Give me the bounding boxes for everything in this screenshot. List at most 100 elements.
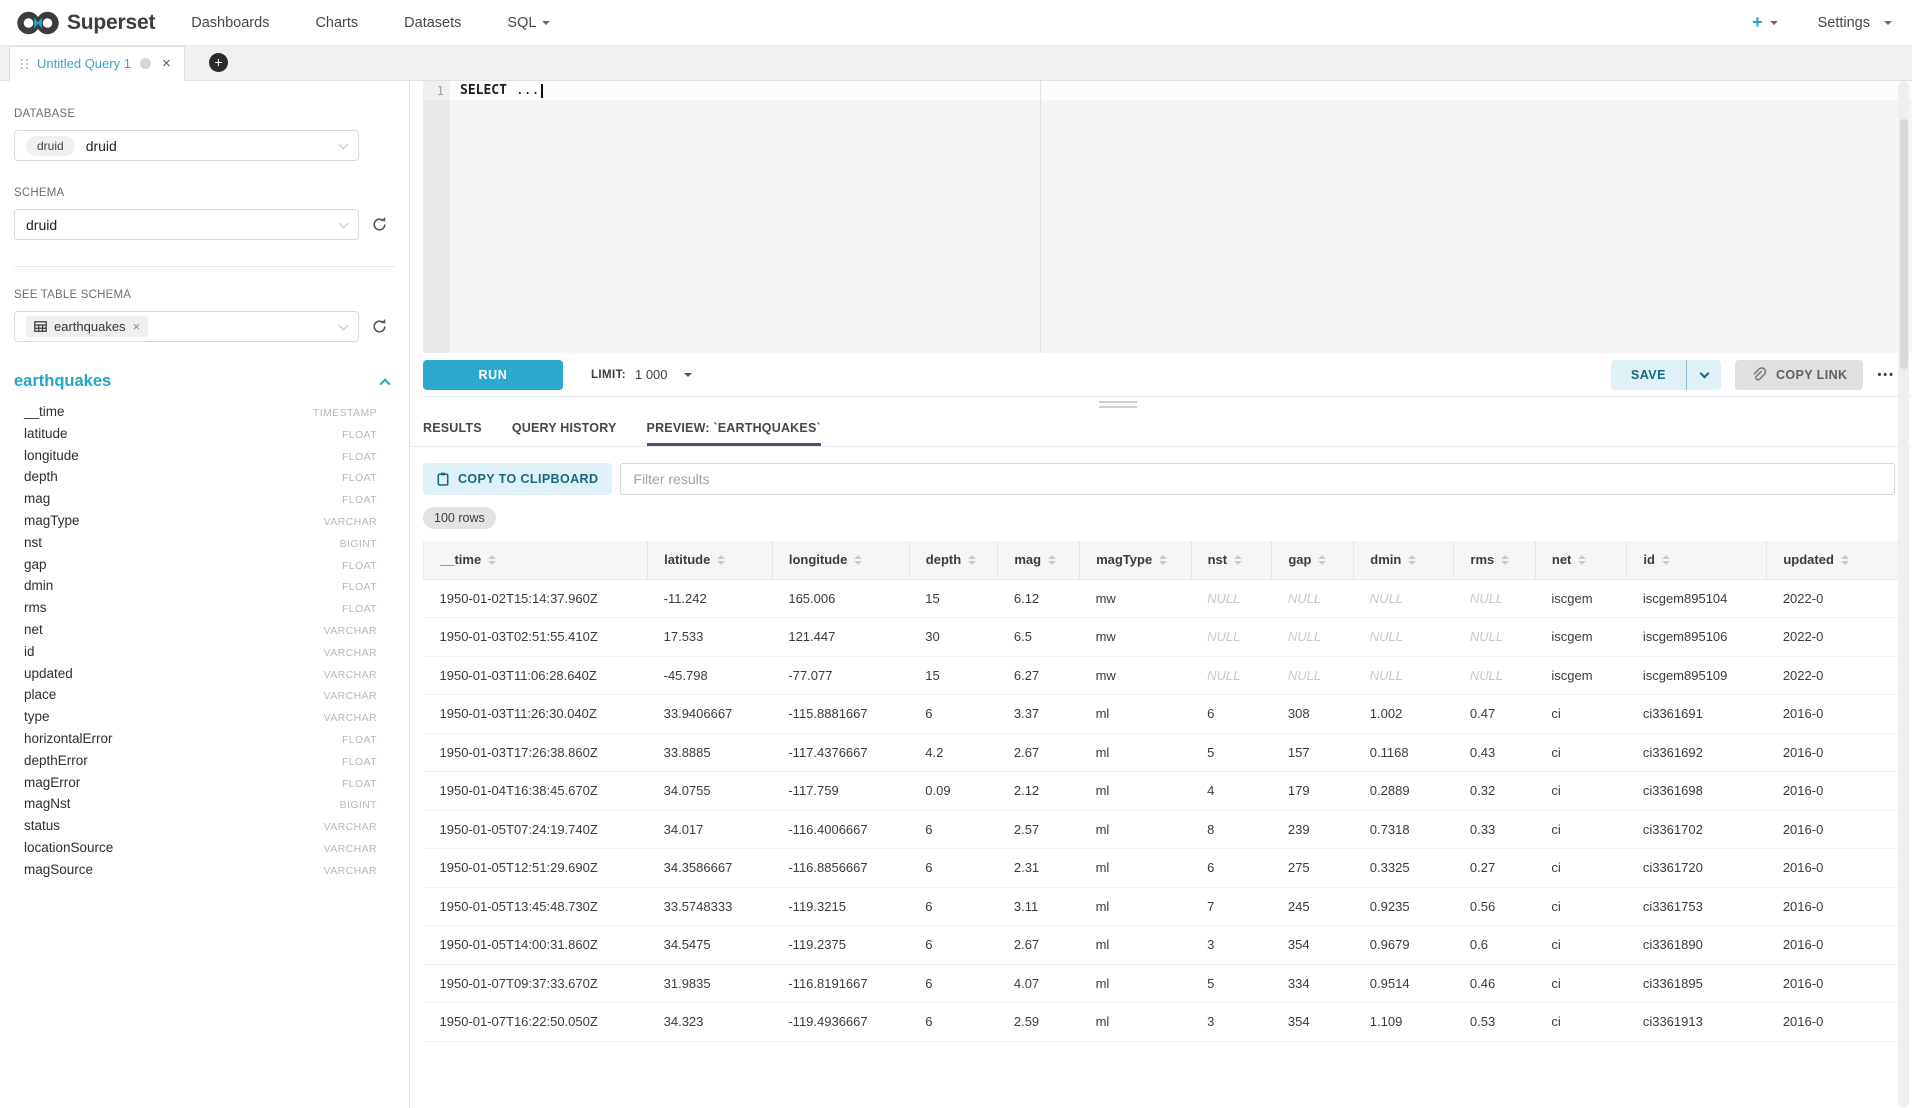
column-header-mag[interactable]: mag bbox=[998, 541, 1080, 579]
sidebar-divider bbox=[14, 266, 395, 267]
table-cell: NULL bbox=[1354, 579, 1454, 618]
column-name: __time bbox=[24, 404, 65, 419]
sort-icon[interactable] bbox=[1318, 555, 1326, 565]
sort-icon[interactable] bbox=[1501, 555, 1509, 565]
table-cell: NULL bbox=[1191, 618, 1272, 657]
table-cell: 6 bbox=[909, 1003, 998, 1042]
save-button[interactable]: SAVE bbox=[1611, 360, 1686, 390]
refresh-tables-button[interactable] bbox=[368, 316, 390, 338]
limit-dropdown[interactable]: LIMIT: 1 000 bbox=[591, 367, 692, 382]
tab-results[interactable]: RESULTS bbox=[423, 409, 482, 446]
table-cell: 0.9514 bbox=[1354, 964, 1454, 1003]
database-select[interactable]: druid druid bbox=[14, 130, 359, 161]
new-item-button[interactable]: + bbox=[1752, 12, 1763, 33]
run-query-button[interactable]: RUN bbox=[423, 360, 563, 390]
table-cell: 121.447 bbox=[772, 618, 909, 657]
table-cell: ml bbox=[1080, 810, 1192, 849]
column-name: magError bbox=[24, 775, 80, 790]
column-header-latitude[interactable]: latitude bbox=[648, 541, 773, 579]
settings-menu[interactable]: Settings bbox=[1818, 15, 1892, 31]
schema-column-row: dmin FLOAT bbox=[14, 578, 395, 600]
sort-icon[interactable] bbox=[1048, 555, 1056, 565]
nav-dashboards[interactable]: Dashboards bbox=[191, 15, 269, 31]
copy-to-clipboard-button[interactable]: COPY TO CLIPBOARD bbox=[423, 463, 612, 495]
refresh-schema-button[interactable] bbox=[368, 214, 390, 236]
column-header-magType[interactable]: magType bbox=[1080, 541, 1192, 579]
rowcount-wrap: 100 rows bbox=[423, 507, 1912, 529]
table-cell: 2016-0 bbox=[1767, 1003, 1901, 1042]
sqllab-content: 1 SELECT ... RUN LIMIT: 1 000 SAVE bbox=[410, 81, 1912, 1108]
sort-icon[interactable] bbox=[717, 555, 725, 565]
save-options-button[interactable] bbox=[1687, 360, 1721, 390]
copy-link-button[interactable]: COPY LINK bbox=[1735, 360, 1863, 390]
column-header-label: magType bbox=[1096, 552, 1152, 567]
table-select-row: earthquakes × bbox=[14, 311, 395, 342]
sort-icon[interactable] bbox=[488, 555, 496, 565]
table-cell: 1950-01-03T17:26:38.860Z bbox=[424, 733, 648, 772]
schema-column-row: __time TIMESTAMP bbox=[14, 404, 395, 426]
sort-icon[interactable] bbox=[1662, 555, 1670, 565]
table-cell: NULL bbox=[1454, 656, 1535, 695]
column-name: latitude bbox=[24, 426, 68, 441]
sort-icon[interactable] bbox=[968, 555, 976, 565]
scrollbar-thumb[interactable] bbox=[1900, 119, 1908, 369]
resize-handle-icon[interactable] bbox=[1099, 401, 1137, 411]
column-header-nst[interactable]: nst bbox=[1191, 541, 1272, 579]
column-header-depth[interactable]: depth bbox=[909, 541, 998, 579]
table-cell: ci3361895 bbox=[1627, 964, 1767, 1003]
sort-icon[interactable] bbox=[1578, 555, 1586, 565]
caret-down-icon bbox=[542, 21, 550, 25]
tab-query-history[interactable]: QUERY HISTORY bbox=[512, 409, 617, 446]
sort-icon[interactable] bbox=[1841, 555, 1849, 565]
table-cell: ci3361753 bbox=[1627, 887, 1767, 926]
editor-toolbar: RUN LIMIT: 1 000 SAVE COPY bbox=[423, 353, 1912, 397]
more-options-button[interactable]: ••• bbox=[1877, 369, 1895, 381]
nav-charts[interactable]: Charts bbox=[315, 15, 358, 31]
schema-column-row: magNst BIGINT bbox=[14, 796, 395, 818]
schema-column-row: place VARCHAR bbox=[14, 687, 395, 709]
close-tab-icon[interactable]: × bbox=[162, 56, 171, 71]
column-header-__time[interactable]: __time bbox=[424, 541, 648, 579]
filter-results-input[interactable] bbox=[620, 463, 1895, 495]
vertical-scrollbar[interactable] bbox=[1898, 81, 1909, 1108]
nav-datasets[interactable]: Datasets bbox=[404, 15, 461, 31]
column-header-dmin[interactable]: dmin bbox=[1354, 541, 1454, 579]
caret-down-icon[interactable] bbox=[1770, 21, 1778, 25]
column-header-gap[interactable]: gap bbox=[1272, 541, 1354, 579]
table-cell: 0.53 bbox=[1454, 1003, 1535, 1042]
chevron-down-icon bbox=[1699, 369, 1709, 379]
table-schema-select[interactable]: earthquakes × bbox=[14, 311, 359, 342]
table-cell: 17.533 bbox=[648, 618, 773, 657]
column-header-updated[interactable]: updated bbox=[1767, 541, 1901, 579]
tab-preview-earthquakes[interactable]: PREVIEW: `EARTHQUAKES` bbox=[647, 409, 821, 446]
query-tab-active[interactable]: Untitled Query 1 × bbox=[9, 46, 185, 81]
table-cell: 6 bbox=[1191, 849, 1272, 888]
table-cell: 245 bbox=[1272, 887, 1354, 926]
nav-sql[interactable]: SQL bbox=[507, 15, 550, 31]
table-cell: mw bbox=[1080, 579, 1192, 618]
new-query-tab-button[interactable]: + bbox=[209, 53, 228, 72]
remove-table-icon[interactable]: × bbox=[133, 320, 141, 333]
column-header-label: mag bbox=[1014, 552, 1041, 567]
table-cell: 34.3586667 bbox=[648, 849, 773, 888]
sort-icon[interactable] bbox=[1234, 555, 1242, 565]
column-header-longitude[interactable]: longitude bbox=[772, 541, 909, 579]
sql-editor[interactable]: 1 SELECT ... bbox=[423, 81, 1912, 353]
column-header-rms[interactable]: rms bbox=[1454, 541, 1535, 579]
column-header-id[interactable]: id bbox=[1627, 541, 1767, 579]
collapse-chevron-icon[interactable] bbox=[379, 378, 390, 389]
link-icon bbox=[1751, 367, 1767, 383]
table-cell: 0.43 bbox=[1454, 733, 1535, 772]
table-row: 1950-01-05T13:45:48.730Z33.5748333-119.3… bbox=[424, 887, 1901, 926]
table-cell: NULL bbox=[1272, 618, 1354, 657]
table-cell: -117.4376667 bbox=[772, 733, 909, 772]
sort-icon[interactable] bbox=[854, 555, 862, 565]
sort-icon[interactable] bbox=[1159, 555, 1167, 565]
column-header-net[interactable]: net bbox=[1535, 541, 1626, 579]
table-cell: 6 bbox=[1191, 695, 1272, 734]
sort-icon[interactable] bbox=[1408, 555, 1416, 565]
table-cell: 308 bbox=[1272, 695, 1354, 734]
editor-code-area[interactable]: SELECT ... bbox=[450, 81, 1912, 353]
superset-brand[interactable]: Superset bbox=[16, 10, 155, 36]
schema-select[interactable]: druid bbox=[14, 209, 359, 240]
